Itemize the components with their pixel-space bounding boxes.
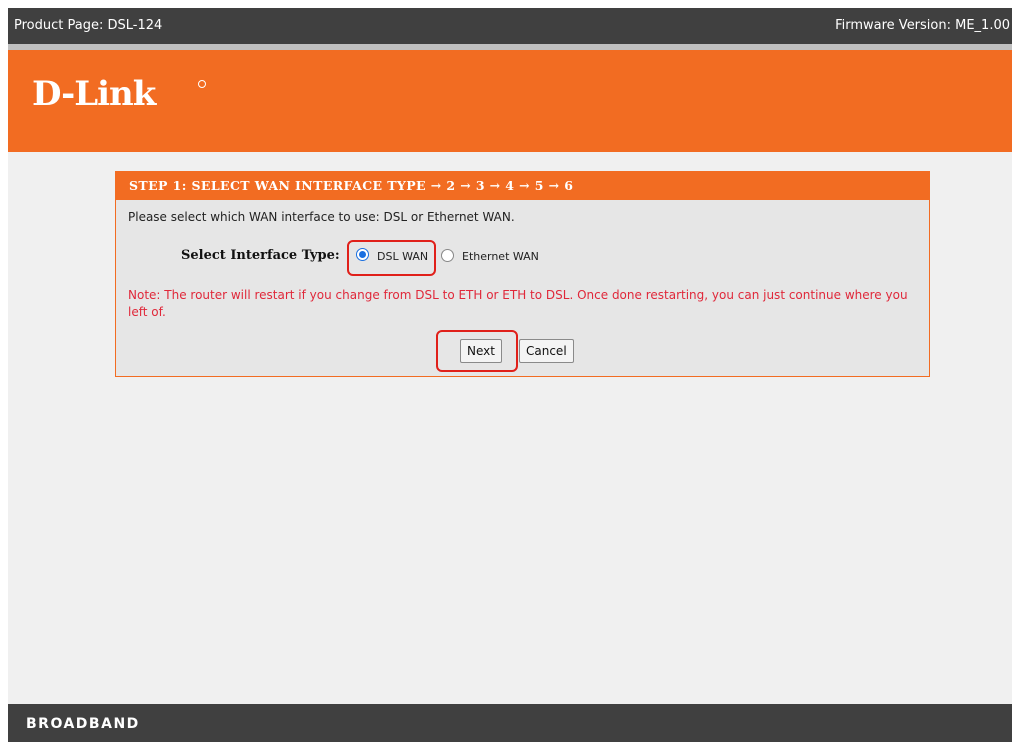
- firmware-version-label: Firmware Version: ME_1.00: [835, 18, 1010, 33]
- cancel-button[interactable]: Cancel: [519, 339, 574, 363]
- wan-interface-panel: STEP 1: SELECT WAN INTERFACE TYPE → 2 → …: [115, 171, 930, 377]
- router-setup-page: Product Page: DSL-124 Firmware Version: …: [8, 8, 1012, 742]
- step-header: STEP 1: SELECT WAN INTERFACE TYPE → 2 → …: [116, 172, 929, 200]
- registered-mark-icon: [198, 80, 206, 88]
- dsl-wan-highlight: [347, 240, 436, 276]
- top-bar: Product Page: DSL-124 Firmware Version: …: [8, 8, 1012, 44]
- next-button-highlight: [436, 330, 518, 372]
- intro-text: Please select which WAN interface to use…: [128, 210, 515, 224]
- ethernet-wan-label[interactable]: Ethernet WAN: [462, 250, 539, 263]
- restart-note: Note: The router will restart if you cha…: [128, 288, 908, 319]
- ethernet-wan-radio[interactable]: [441, 249, 454, 262]
- footer-bar: BROADBAND: [8, 704, 1012, 742]
- product-page-label: Product Page: DSL-124: [14, 18, 163, 33]
- interface-type-label: Select Interface Type:: [181, 248, 340, 263]
- panel-body: Please select which WAN interface to use…: [116, 200, 929, 376]
- broadband-label: BROADBAND: [26, 716, 140, 732]
- dlink-logo: D-Link: [32, 74, 156, 114]
- brand-banner: D-Link: [8, 50, 1012, 152]
